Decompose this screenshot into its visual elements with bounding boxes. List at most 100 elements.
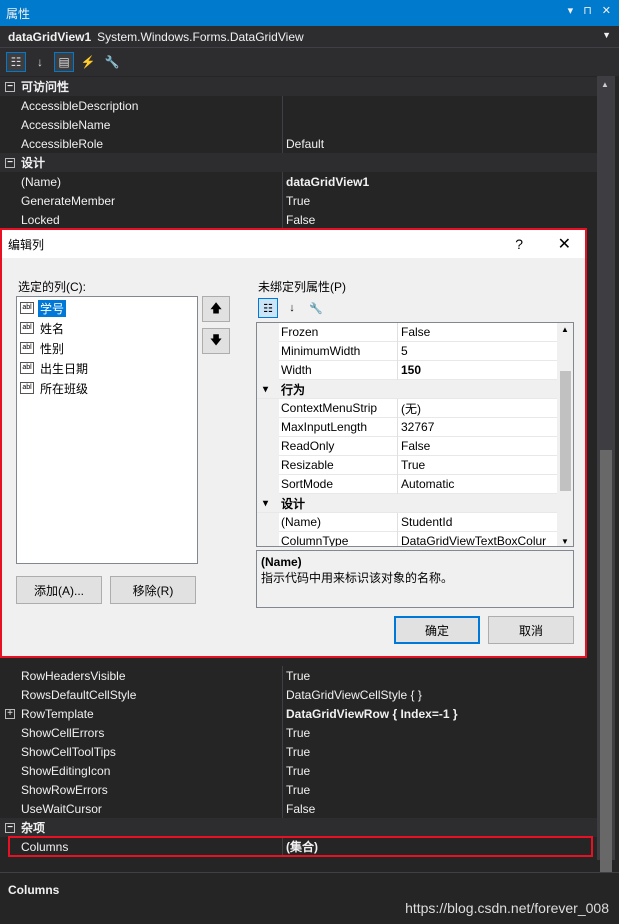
property-value[interactable]: 5 (401, 344, 408, 358)
scroll-down-icon[interactable]: ▼ (561, 537, 569, 546)
category-row[interactable]: ▾ 设计 (257, 494, 557, 513)
alphabetical-icon[interactable]: ↓ (30, 52, 50, 72)
list-item[interactable]: abl 所在班级 (20, 378, 90, 398)
property-row[interactable]: GenerateMember True (0, 191, 597, 210)
property-row[interactable]: ContextMenuStrip (无) (257, 399, 557, 418)
category-row[interactable]: − 杂项 (0, 818, 597, 837)
collapse-icon[interactable]: ▾ (263, 384, 268, 395)
close-icon[interactable]: ✕ (558, 234, 571, 254)
list-item[interactable]: abl 出生日期 (20, 358, 90, 378)
property-row[interactable]: MaxInputLength 32767 (257, 418, 557, 437)
property-value[interactable]: DataGridViewTextBoxColur (401, 534, 546, 546)
property-value[interactable]: True (286, 726, 310, 740)
property-row[interactable]: ShowEditingIcon True (0, 761, 597, 780)
chevron-down-icon[interactable]: ▼ (602, 30, 611, 40)
property-row[interactable]: MinimumWidth 5 (257, 342, 557, 361)
row-gutter (257, 532, 279, 546)
property-row[interactable]: ShowRowErrors True (0, 780, 597, 799)
row-gutter (257, 513, 279, 532)
move-up-button[interactable]: 🡅 (202, 296, 230, 322)
ok-button[interactable]: 确定 (394, 616, 480, 644)
property-value[interactable]: False (401, 325, 430, 339)
list-item-label: 学号 (38, 299, 67, 317)
property-row[interactable]: Resizable True (257, 456, 557, 475)
alphabetical-icon[interactable]: ↓ (282, 298, 302, 318)
property-row[interactable]: Frozen False (257, 323, 557, 342)
property-value[interactable]: False (401, 439, 430, 453)
close-icon[interactable]: ✕ (602, 4, 611, 17)
property-value[interactable]: True (401, 458, 425, 472)
add-button[interactable]: 添加(A)... (16, 576, 102, 604)
grid-scrollbar[interactable]: ▲ (597, 76, 615, 900)
property-value[interactable]: False (286, 802, 315, 816)
events-icon[interactable]: ⚡ (78, 52, 98, 72)
property-name: (Name) (281, 515, 322, 529)
scroll-up-icon[interactable]: ▲ (561, 325, 569, 334)
property-value[interactable]: True (286, 783, 310, 797)
collapse-icon[interactable]: − (5, 822, 15, 833)
pin-icon[interactable]: ⊓ (583, 4, 592, 17)
remove-button[interactable]: 移除(R) (110, 576, 196, 604)
property-value[interactable]: Automatic (401, 477, 454, 491)
property-row[interactable]: RowsDefaultCellStyle DataGridViewCellStyl… (0, 685, 597, 704)
property-row[interactable]: AccessibleDescription (0, 96, 597, 115)
property-value[interactable]: DataGridViewCellStyle { } (286, 688, 422, 702)
property-row[interactable]: (Name) dataGridView1 (0, 172, 597, 191)
property-value[interactable]: 150 (401, 363, 421, 377)
categorized-icon[interactable]: ☷ (6, 52, 26, 72)
property-value[interactable]: False (286, 213, 315, 227)
columns-list[interactable]: abl 学号 abl 姓名 abl 性别 abl 出生日期 abl 所在班级 (16, 296, 198, 564)
row-gutter (257, 437, 279, 456)
categorized-icon[interactable]: ☷ (258, 298, 278, 318)
property-value[interactable]: dataGridView1 (286, 175, 369, 189)
property-row[interactable]: ColumnType DataGridViewTextBoxColur (257, 532, 557, 546)
properties-icon[interactable]: ▤ (54, 52, 74, 72)
property-row[interactable]: (Name) StudentId (257, 513, 557, 532)
property-name: 杂项 (21, 821, 46, 835)
textbox-column-icon: abl (20, 322, 34, 334)
property-pages-icon[interactable]: 🔧 (306, 298, 326, 318)
object-selector[interactable]: dataGridView1 System.Windows.Forms.DataG… (0, 26, 619, 48)
window-title: 属性 (6, 6, 31, 21)
property-value[interactable]: (无) (401, 400, 421, 417)
property-row[interactable]: Locked False (0, 210, 597, 229)
list-item[interactable]: abl 姓名 (20, 318, 66, 338)
property-value[interactable]: True (286, 764, 310, 778)
property-value[interactable]: True (286, 745, 310, 759)
column-props-scrollbar[interactable]: ▲ ▼ (557, 323, 573, 546)
property-value[interactable]: DataGridViewRow { Index=-1 } (286, 707, 458, 721)
property-value[interactable]: True (286, 669, 310, 683)
property-row[interactable]: AccessibleRole Default (0, 134, 597, 153)
property-row[interactable]: ShowCellErrors True (0, 723, 597, 742)
property-row[interactable]: UseWaitCursor False (0, 799, 597, 818)
property-row[interactable]: RowHeadersVisible True (0, 666, 597, 685)
cancel-button[interactable]: 取消 (488, 616, 574, 644)
collapse-icon[interactable]: ▾ (263, 498, 268, 509)
column-divider (282, 742, 283, 761)
expand-icon[interactable]: + (5, 708, 15, 719)
property-value[interactable]: True (286, 194, 310, 208)
property-value[interactable]: Default (286, 137, 324, 151)
collapse-icon[interactable]: − (5, 81, 15, 92)
dropdown-icon[interactable]: ▾ (568, 4, 574, 17)
property-pages-icon[interactable]: 🔧 (102, 52, 122, 72)
property-row[interactable]: ReadOnly False (257, 437, 557, 456)
category-row[interactable]: − 可访问性 (0, 77, 597, 96)
category-row[interactable]: ▾ 行为 (257, 380, 557, 399)
property-value[interactable]: StudentId (401, 515, 452, 529)
property-row[interactable]: Width 150 (257, 361, 557, 380)
property-row[interactable]: AccessibleName (0, 115, 597, 134)
category-row[interactable]: − 设计 (0, 153, 597, 172)
scroll-thumb[interactable] (560, 371, 571, 491)
property-row[interactable]: SortMode Automatic (257, 475, 557, 494)
property-row[interactable]: + RowTemplate DataGridViewRow { Index=-1 } (0, 704, 597, 723)
collapse-icon[interactable]: − (5, 157, 15, 168)
property-row[interactable]: ShowCellToolTips True (0, 742, 597, 761)
list-item[interactable]: abl 学号 (20, 298, 67, 318)
property-value[interactable]: 32767 (401, 420, 434, 434)
help-button[interactable]: ? (515, 236, 523, 252)
list-item[interactable]: abl 性别 (20, 338, 66, 358)
scroll-up-icon[interactable]: ▲ (601, 80, 609, 89)
scroll-thumb[interactable] (600, 450, 612, 900)
move-down-button[interactable]: 🡇 (202, 328, 230, 354)
